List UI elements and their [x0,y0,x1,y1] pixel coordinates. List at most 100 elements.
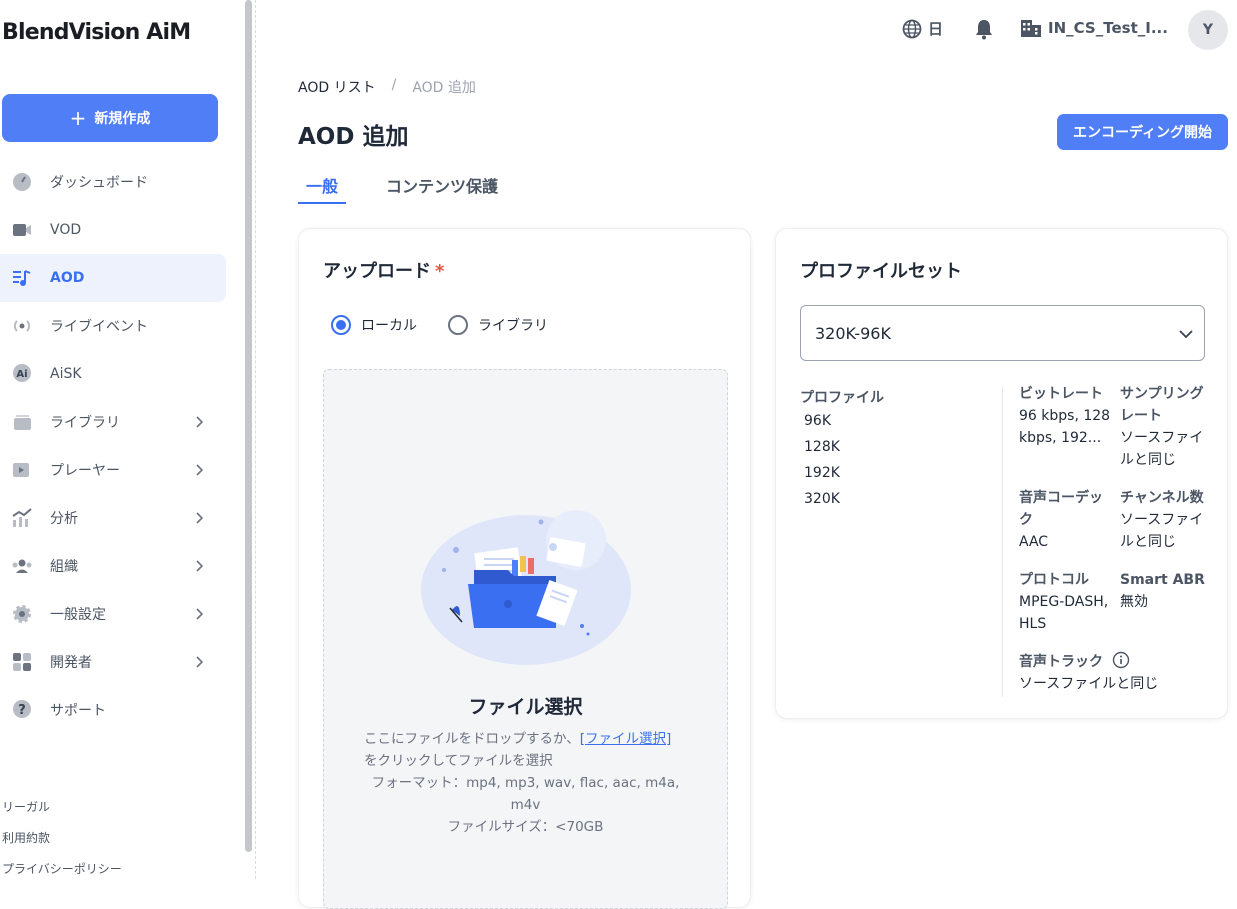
broadcast-icon [10,314,34,338]
privacy-link[interactable]: プライバシーポリシー [2,860,122,877]
tab-general[interactable]: 一般 [298,170,347,204]
breadcrumb-parent[interactable]: AOD リスト [298,77,376,97]
language-label: 日 [928,20,944,38]
sidebar-item-label: VOD [50,222,82,238]
chevron-down-icon [1179,330,1193,339]
sidebar-item-live-events[interactable]: ライブイベント [0,302,226,350]
gauge-icon [10,170,34,194]
audio-track-value: ソースファイルと同じ [1019,676,1159,692]
radio-library[interactable]: ライブラリ [448,315,548,335]
top-bar: 日 IN_CS_Test_I... Y [258,0,1237,60]
profile-set-select[interactable]: 320K-96K [800,305,1205,361]
legal-heading: リーガル [2,800,51,814]
sampling-label-1: サンプリング [1120,386,1204,402]
sidebar-item-developer[interactable]: 開発者 [0,638,226,686]
dropzone-size: ファイルサイズ：<70GB [447,819,604,835]
music-note-icon [10,266,34,290]
upload-title: アップロード * [323,257,444,283]
profile-item: 192K [804,465,840,481]
info-icon[interactable] [1112,651,1130,669]
chevron-right-icon [196,560,204,572]
sidebar-item-general-settings[interactable]: 一般設定 [0,590,226,638]
radio-circle [448,315,468,335]
format-line-2: m4v [510,797,541,813]
sidebar-item-label: ダッシュボード [50,175,148,191]
protocol-value-2: HLS [1019,616,1047,632]
sidebar-item-label: 一般設定 [50,607,106,623]
sidebar-item-aod[interactable]: AOD [0,254,226,302]
bell-icon [976,20,992,40]
protocol-value-1: MPEG-DASH, [1019,594,1109,610]
folder-illustration-icon [421,510,631,665]
sidebar-item-organization[interactable]: 組織 [0,542,226,590]
sidebar-item-label: プレーヤー [50,463,120,479]
create-new-button[interactable]: + 新規作成 [2,94,218,142]
audio-track-label: 音声トラック [1019,654,1103,670]
protocol-field: プロトコル MPEG-DASH, HLS [1019,569,1117,635]
tab-bar: 一般 コンテンツ保護 [298,170,506,204]
globe-icon [902,19,922,38]
sidebar-item-label: 開発者 [50,655,92,671]
sidebar-item-label: 分析 [50,511,78,527]
channels-value-2: ルと同じ [1120,534,1176,550]
codec-label-1: 音声コーデッ [1019,490,1103,506]
create-new-label: 新規作成 [94,111,151,127]
developer-icon [10,650,34,674]
bitrate-label: ビットレート [1019,386,1103,402]
channels-value-1: ソースファイ [1120,512,1204,528]
dropzone-text-before: ここにファイルをドロップするか、 [364,731,580,747]
start-encoding-button[interactable]: エンコーディング開始 [1057,114,1228,150]
bitrate-field: ビットレート 96 kbps, 128 kbps, 192... [1019,383,1117,449]
page-title: AOD 追加 [298,124,409,150]
smart-abr-value: 無効 [1120,594,1148,610]
audio-track-field: 音声トラック ソースファイルと同じ [1019,651,1209,695]
help-icon: ? [10,698,34,722]
ai-chat-icon: Ai [10,362,34,386]
sampling-label-2: レート [1120,408,1162,424]
svg-text:Ai: Ai [16,369,27,380]
tab-content-protection[interactable]: コンテンツ保護 [378,170,506,204]
profile-item: 96K [804,413,831,429]
sidebar-item-label: サポート [50,703,106,719]
sidebar-item-library[interactable]: ライブラリ [0,398,226,446]
file-dropzone[interactable]: ファイル選択 ここにファイルをドロップするか、[ファイル選択] をクリックしてファ… [323,369,728,909]
channels-field: チャンネル数 ソースファイ ルと同じ [1120,487,1210,553]
profile-set-card: プロファイルセット 320K-96K プロファイル 96K 128K 192K … [775,228,1228,719]
terms-link[interactable]: 利用約款 [2,829,122,846]
codec-value: AAC [1019,534,1049,550]
language-switcher[interactable]: 日 [902,18,943,39]
sidebar-item-vod[interactable]: VOD [0,206,226,254]
legal-section: リーガル 利用約款 プライバシーポリシー [2,798,122,891]
user-avatar[interactable]: Y [1188,10,1228,50]
notifications-button[interactable] [974,18,994,40]
plus-icon: + [69,106,87,130]
sampling-value-2: ルと同じ [1120,452,1176,468]
sidebar-item-aisk[interactable]: Ai AiSK [0,350,226,398]
sidebar-item-analytics[interactable]: 分析 [0,494,226,542]
radio-local[interactable]: ローカル [331,315,417,335]
radio-label: ライブラリ [478,318,548,334]
sidebar-item-player[interactable]: プレーヤー [0,446,226,494]
sampling-rate-field: サンプリング レート ソースファイ ルと同じ [1120,383,1210,471]
chevron-right-icon [196,608,204,620]
channels-label: チャンネル数 [1120,490,1204,506]
radio-circle [331,315,351,335]
profile-item: 320K [804,491,840,507]
radio-label: ローカル [361,318,417,334]
sidebar-item-dashboard[interactable]: ダッシュボード [0,158,226,206]
smart-abr-field: Smart ABR 無効 [1120,569,1210,613]
app-logo[interactable]: BlendVision AiM [2,20,191,45]
video-camera-icon [10,218,34,242]
sidebar-item-label: ライブラリ [50,415,120,431]
file-select-link[interactable]: [ファイル選択] [580,731,672,747]
audio-codec-field: 音声コーデッ ク AAC [1019,487,1117,553]
breadcrumb: AOD リスト / AOD 追加 [298,77,476,97]
analytics-icon [10,506,34,530]
sidebar-item-support[interactable]: ? サポート [0,686,226,734]
protocol-label: プロトコル [1019,572,1089,588]
dropzone-text-after: をクリックしてファイルを選択 [364,753,553,769]
chevron-right-icon [196,464,204,476]
format-line-1: フォーマット：mp4, mp3, wav, flac, aac, m4a, [371,775,680,791]
organization-switcher[interactable]: IN_CS_Test_I... [1020,18,1168,38]
sidebar-scrollbar-thumb[interactable] [245,0,252,852]
